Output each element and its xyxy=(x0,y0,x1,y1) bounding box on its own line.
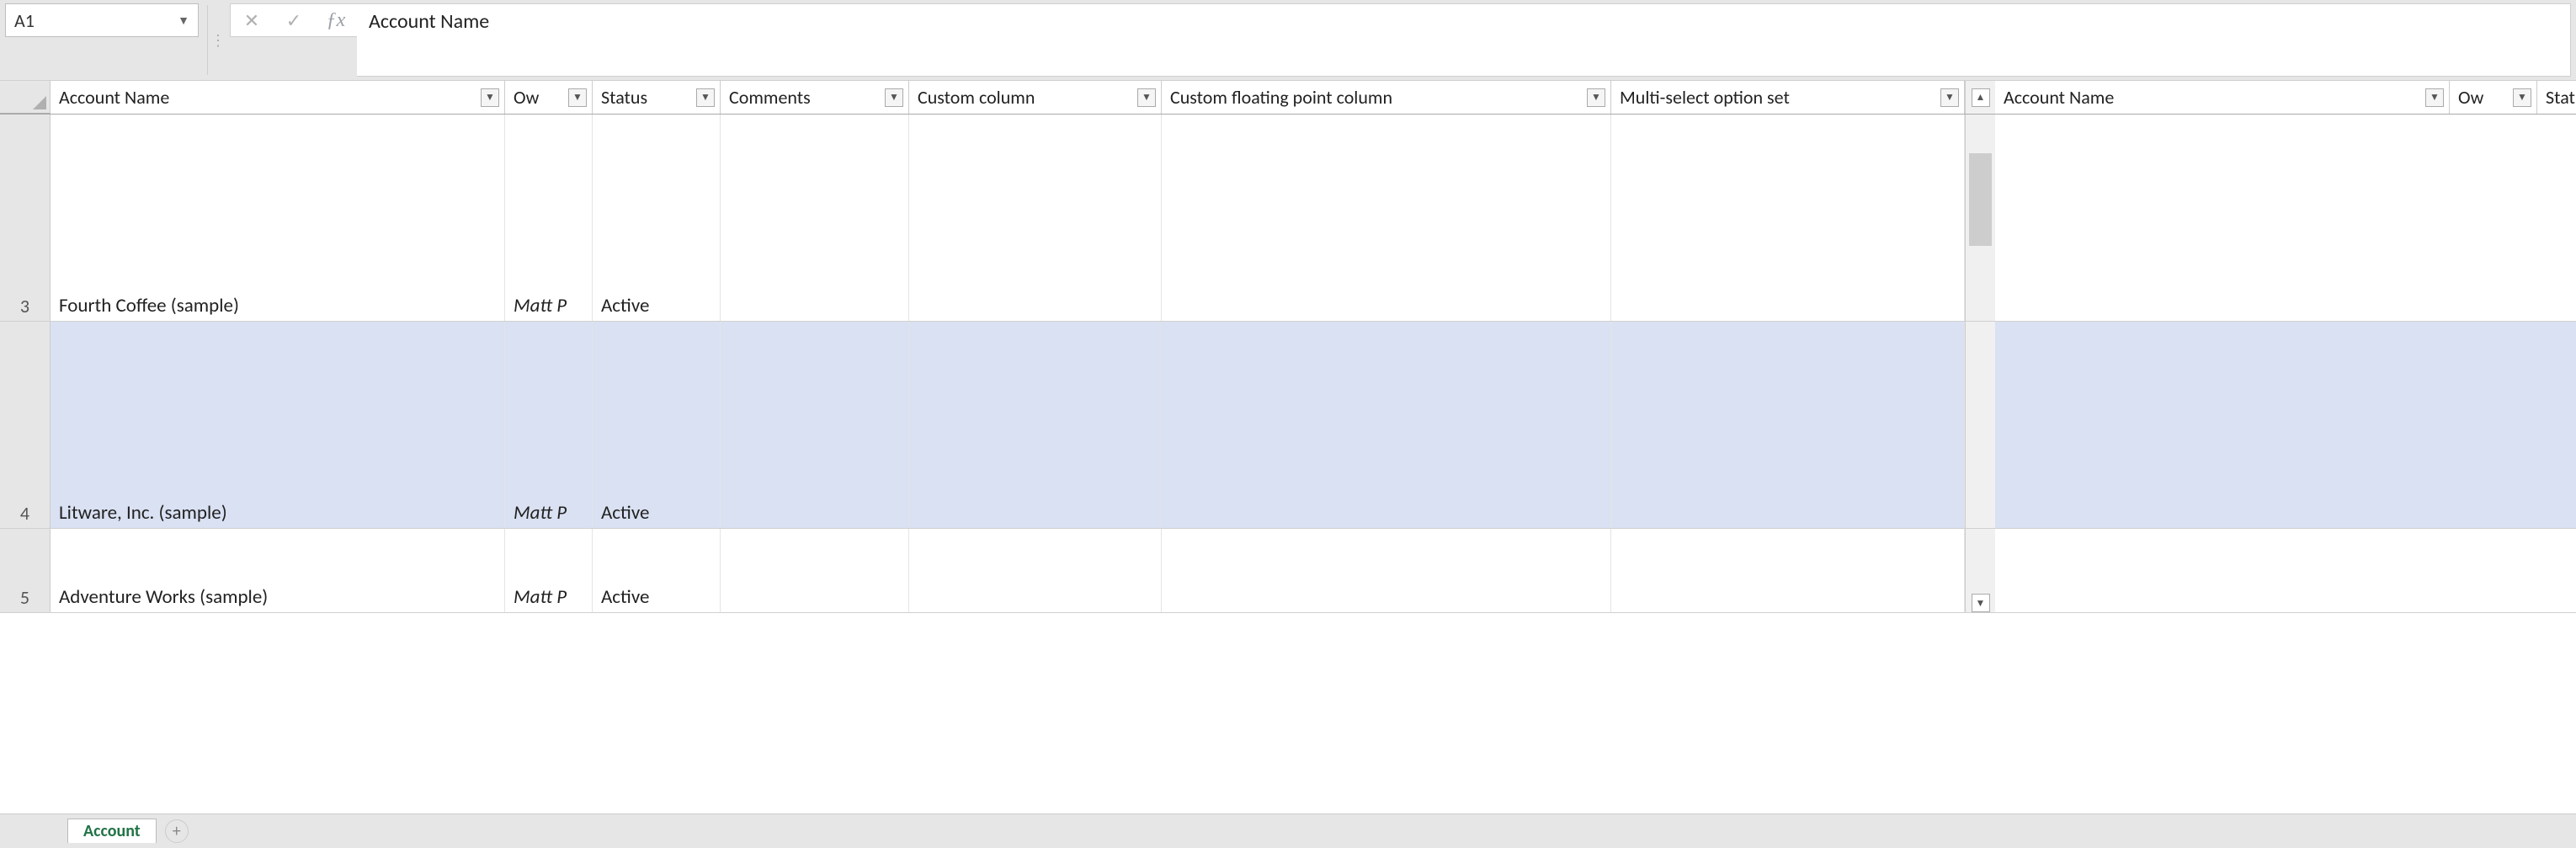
table-row[interactable]: 3Fourth Coffee (sample)Matt PActive xyxy=(0,115,2576,322)
column-header[interactable]: Status ▼ xyxy=(593,81,721,114)
vertical-scrollbar[interactable]: ▲ xyxy=(1965,81,1995,114)
sheet-tab-label: Account xyxy=(83,821,141,841)
filter-dropdown-icon[interactable]: ▼ xyxy=(885,88,903,107)
add-sheet-button[interactable]: + xyxy=(165,819,189,843)
cell[interactable] xyxy=(721,529,909,612)
filter-dropdown-icon[interactable]: ▼ xyxy=(1587,88,1605,107)
fx-icon[interactable]: ƒx xyxy=(315,9,357,32)
cell[interactable]: Litware, Inc. (sample) xyxy=(51,322,505,528)
filter-dropdown-icon[interactable]: ▼ xyxy=(2425,88,2444,107)
cell[interactable]: Active xyxy=(593,529,721,612)
column-header-label: Ow xyxy=(2458,86,2483,109)
column-header[interactable]: Custom column ▼ xyxy=(909,81,1162,114)
vertical-scrollbar[interactable]: ▼ xyxy=(1965,529,1995,612)
formula-bar: A1 ▼ ⋮ ✕ ✓ ƒx Account Name xyxy=(0,0,2576,81)
row-number[interactable]: 4 xyxy=(0,322,51,528)
column-header-label: Account Name xyxy=(59,86,169,109)
scroll-down-button[interactable]: ▼ xyxy=(1972,594,1990,612)
cell[interactable] xyxy=(721,115,909,321)
column-header[interactable]: Custom floating point column ▼ xyxy=(1162,81,1611,114)
column-header[interactable]: Status▼ xyxy=(2537,81,2576,114)
divider xyxy=(207,5,208,75)
cancel-formula-button[interactable]: ✕ xyxy=(231,9,273,32)
accept-formula-button[interactable]: ✓ xyxy=(273,9,315,32)
cell[interactable]: Matt P xyxy=(505,322,593,528)
vertical-scrollbar[interactable] xyxy=(1965,115,1995,321)
sheet-tab-account[interactable]: Account xyxy=(67,819,157,843)
select-all-corner[interactable] xyxy=(0,81,51,114)
cell[interactable] xyxy=(1162,115,1611,321)
cell[interactable]: Matt P xyxy=(505,115,593,321)
formula-value: Account Name xyxy=(369,9,489,34)
column-header-label: Custom column xyxy=(918,86,1035,109)
column-header[interactable]: Account Name ▼ xyxy=(51,81,505,114)
scroll-thumb[interactable] xyxy=(1969,153,1992,246)
cell[interactable]: Fourth Coffee (sample) xyxy=(51,115,505,321)
table-row[interactable]: 4Litware, Inc. (sample)Matt PActive xyxy=(0,322,2576,529)
column-header[interactable]: Ow ▼ xyxy=(505,81,593,114)
column-header-label: Account Name xyxy=(2004,86,2114,109)
chevron-down-icon: ▼ xyxy=(178,13,189,28)
filter-dropdown-icon[interactable]: ▼ xyxy=(696,88,715,107)
column-header-row: Account Name▼Ow▼Status▼Comments▼Custom c… xyxy=(0,81,2576,115)
cell[interactable] xyxy=(909,529,1162,612)
column-header[interactable]: Ow ▼ xyxy=(2450,81,2537,114)
column-header-label: Comments xyxy=(729,86,811,109)
cell[interactable] xyxy=(1611,529,1965,612)
column-header-label: Status xyxy=(601,86,647,109)
formula-controls: ✕ ✓ ƒx xyxy=(230,3,357,37)
cell[interactable] xyxy=(1611,115,1965,321)
column-header[interactable]: Multi-select option set ▼ xyxy=(1611,81,1965,114)
table-row[interactable]: 5Adventure Works (sample)Matt PActive ▼ xyxy=(0,529,2576,613)
cell[interactable]: Matt P xyxy=(505,529,593,612)
filter-dropdown-icon[interactable]: ▼ xyxy=(568,88,587,107)
cell[interactable] xyxy=(1162,529,1611,612)
column-header[interactable]: Account Name ▼ xyxy=(1995,81,2450,114)
cell[interactable] xyxy=(1611,322,1965,528)
column-header-label: Status xyxy=(2546,86,2576,109)
filter-dropdown-icon[interactable]: ▼ xyxy=(1137,88,1156,107)
vertical-scrollbar[interactable] xyxy=(1965,322,1995,528)
cell[interactable] xyxy=(1162,322,1611,528)
name-box-value: A1 xyxy=(14,9,35,32)
column-header[interactable]: Comments ▼ xyxy=(721,81,909,114)
column-header-label: Multi-select option set xyxy=(1620,86,1790,109)
name-box[interactable]: A1 ▼ xyxy=(5,3,199,37)
spreadsheet: Account Name▼Ow▼Status▼Comments▼Custom c… xyxy=(0,81,2576,847)
filter-dropdown-icon[interactable]: ▼ xyxy=(2513,88,2531,107)
cell[interactable] xyxy=(909,115,1162,321)
column-header-label: Custom floating point column xyxy=(1170,86,1392,109)
sheet-tab-strip: Account + ◄ ► xyxy=(0,813,2576,847)
column-header-label: Ow xyxy=(514,86,539,109)
cell[interactable] xyxy=(721,322,909,528)
formula-input[interactable]: Account Name xyxy=(357,3,2571,77)
row-number[interactable]: 3 xyxy=(0,115,51,321)
drag-handle-icon[interactable]: ⋮ xyxy=(211,0,225,80)
row-number[interactable]: 5 xyxy=(0,529,51,612)
cell[interactable]: Adventure Works (sample) xyxy=(51,529,505,612)
scroll-up-button[interactable]: ▲ xyxy=(1972,88,1990,107)
cell[interactable]: Active xyxy=(593,115,721,321)
cell[interactable] xyxy=(909,322,1162,528)
filter-dropdown-icon[interactable]: ▼ xyxy=(1940,88,1959,107)
cell[interactable]: Active xyxy=(593,322,721,528)
filter-dropdown-icon[interactable]: ▼ xyxy=(481,88,499,107)
